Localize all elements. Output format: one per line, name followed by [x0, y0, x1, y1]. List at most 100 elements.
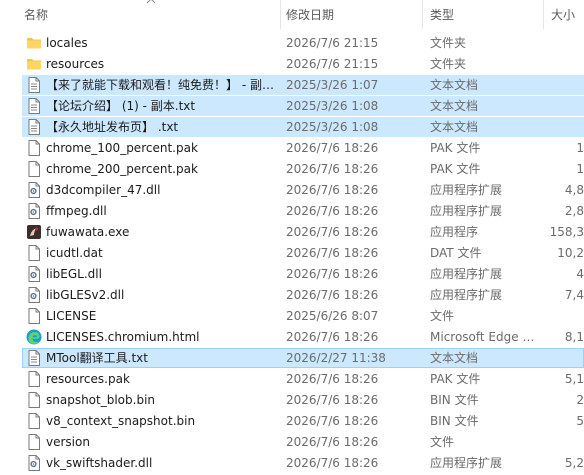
column-header-size[interactable]: 大小 [551, 6, 575, 23]
file-modified-date: 2026/7/6 18:26 [286, 183, 379, 197]
file-size: 1 [576, 141, 584, 155]
file-name: vk_swiftshader.dll [46, 456, 153, 470]
file-name: libGLESv2.dll [46, 288, 125, 302]
file-type: BIN 文件 [430, 393, 479, 407]
column-divider[interactable] [543, 0, 544, 29]
file-type: 文本文档 [430, 99, 479, 113]
file-size: 8,1 [564, 330, 584, 344]
file-type: 应用程序扩展 [430, 183, 503, 197]
dll-file-icon [25, 202, 43, 220]
file-row[interactable]: LICENSES.chromium.html 2026/7/6 18:26 Micr… [22, 327, 584, 347]
file-row[interactable]: locales 2026/7/6 21:15 文件夹 [22, 33, 584, 53]
file-type: 应用程序扩展 [430, 267, 503, 281]
file-modified-date: 2026/7/6 21:15 [286, 36, 379, 50]
file-modified-date: 2026/7/6 18:26 [286, 162, 379, 176]
file-row[interactable]: 【来了就能下载和观看！纯免费！】 - 副… 2025/3/26 1:07 文本文档 [22, 75, 584, 95]
file-row[interactable]: icudtl.dat 2026/7/6 18:26 DAT 文件 10,2 [22, 243, 584, 263]
file-modified-date: 2026/7/6 18:26 [286, 414, 379, 428]
file-row[interactable]: vk_swiftshader.dll 2026/7/6 18:26 应用程序扩展 5,… [22, 453, 584, 473]
dll-file-icon [25, 454, 43, 472]
file-type: PAK 文件 [430, 162, 481, 176]
file-size: 7,4 [564, 288, 584, 302]
file-size: 10,2 [557, 246, 584, 260]
file-type: PAK 文件 [430, 141, 481, 155]
edge-html-icon [25, 328, 43, 346]
file-modified-date: 2026/7/6 18:26 [286, 246, 379, 260]
file-row[interactable]: 【永久地址发布页】 .txt 2025/3/26 1:08 文本文档 [22, 117, 584, 137]
file-name: resources [46, 57, 105, 71]
file-name: LICENSES.chromium.html [46, 330, 200, 344]
text-file-icon [25, 76, 43, 94]
sort-ascending-icon[interactable] [146, 0, 156, 5]
file-row[interactable]: fuwawata.exe 2026/7/6 18:26 应用程序 158,3 [22, 222, 584, 242]
file-modified-date: 2026/7/6 18:26 [286, 456, 379, 470]
column-header-date[interactable]: 修改日期 [286, 6, 334, 23]
file-name: MTool翻译工具.txt [46, 351, 148, 365]
file-row[interactable]: version 2026/7/6 18:26 文件 [22, 432, 584, 452]
file-modified-date: 2025/6/26 8:07 [286, 309, 379, 323]
column-header-name[interactable]: 名称 [24, 6, 48, 23]
file-size: 5 [576, 414, 584, 428]
file-row[interactable]: chrome_100_percent.pak 2026/7/6 18:26 PAK … [22, 138, 584, 158]
file-row[interactable]: libEGL.dll 2026/7/6 18:26 应用程序扩展 4 [22, 264, 584, 284]
file-row[interactable]: chrome_200_percent.pak 2026/7/6 18:26 PAK … [22, 159, 584, 179]
text-file-icon [25, 97, 43, 115]
file-size: 1 [576, 162, 584, 176]
file-name: fuwawata.exe [46, 225, 130, 239]
file-row[interactable]: resources.pak 2026/7/6 18:26 PAK 文件 5,1 [22, 369, 584, 389]
file-name: libEGL.dll [46, 267, 102, 281]
file-type: 应用程序扩展 [430, 456, 503, 470]
column-divider[interactable] [280, 0, 281, 29]
file-icon [25, 160, 43, 178]
dll-file-icon [25, 286, 43, 304]
file-size: 2 [576, 393, 584, 407]
file-name: 【永久地址发布页】 .txt [46, 120, 179, 134]
file-size: 5,2 [564, 456, 584, 470]
file-row[interactable]: MTool翻译工具.txt 2026/2/27 11:38 文本文档 [22, 348, 584, 368]
file-modified-date: 2026/7/6 18:26 [286, 393, 379, 407]
file-modified-date: 2025/3/26 1:07 [286, 78, 379, 92]
file-row[interactable]: LICENSE 2025/6/26 8:07 文件 [22, 306, 584, 326]
file-type: 应用程序 [430, 225, 479, 239]
file-row[interactable]: snapshot_blob.bin 2026/7/6 18:26 BIN 文件 2 [22, 390, 584, 410]
file-name: 【来了就能下载和观看！纯免费！】 - 副… [46, 78, 274, 92]
file-row[interactable]: ffmpeg.dll 2026/7/6 18:26 应用程序扩展 2,8 [22, 201, 584, 221]
app-exe-icon [25, 223, 43, 241]
file-type: 文件 [430, 435, 455, 449]
file-row[interactable]: v8_context_snapshot.bin 2026/7/6 18:26 BIN… [22, 411, 584, 431]
file-name: ffmpeg.dll [46, 204, 107, 218]
column-divider[interactable] [422, 0, 423, 29]
file-modified-date: 2026/7/6 18:26 [286, 372, 379, 386]
file-name: icudtl.dat [46, 246, 103, 260]
file-icon [25, 433, 43, 451]
folder-icon [25, 34, 43, 52]
file-name: locales [46, 36, 88, 50]
file-size: 2,8 [564, 204, 584, 218]
file-type: 应用程序扩展 [430, 288, 503, 302]
file-modified-date: 2026/7/6 18:26 [286, 141, 379, 155]
file-size: 5,1 [564, 372, 584, 386]
file-row[interactable]: resources 2026/7/6 21:15 文件夹 [22, 54, 584, 74]
text-file-icon [25, 118, 43, 136]
column-header-type[interactable]: 类型 [430, 6, 454, 23]
file-icon [25, 391, 43, 409]
file-name: chrome_200_percent.pak [46, 162, 198, 176]
file-modified-date: 2026/7/6 18:26 [286, 330, 379, 344]
text-file-icon [25, 349, 43, 367]
file-modified-date: 2026/7/6 18:26 [286, 435, 379, 449]
file-name: d3dcompiler_47.dll [46, 183, 161, 197]
file-row[interactable]: 【论坛介绍】 (1) - 副本.txt 2025/3/26 1:08 文本文档 [22, 96, 584, 116]
file-row[interactable]: d3dcompiler_47.dll 2026/7/6 18:26 应用程序扩展 4,… [22, 180, 584, 200]
file-icon [25, 307, 43, 325]
file-name: v8_context_snapshot.bin [46, 414, 196, 428]
folder-icon [25, 55, 43, 73]
file-type: Microsoft Edge … [430, 330, 535, 344]
file-modified-date: 2026/7/6 18:26 [286, 288, 379, 302]
file-type: DAT 文件 [430, 246, 482, 260]
file-icon [25, 370, 43, 388]
file-modified-date: 2026/2/27 11:38 [286, 351, 386, 365]
file-icon [25, 139, 43, 157]
file-row[interactable]: libGLESv2.dll 2026/7/6 18:26 应用程序扩展 7,4 [22, 285, 584, 305]
file-name: snapshot_blob.bin [46, 393, 156, 407]
file-type: 文件夹 [430, 36, 467, 50]
